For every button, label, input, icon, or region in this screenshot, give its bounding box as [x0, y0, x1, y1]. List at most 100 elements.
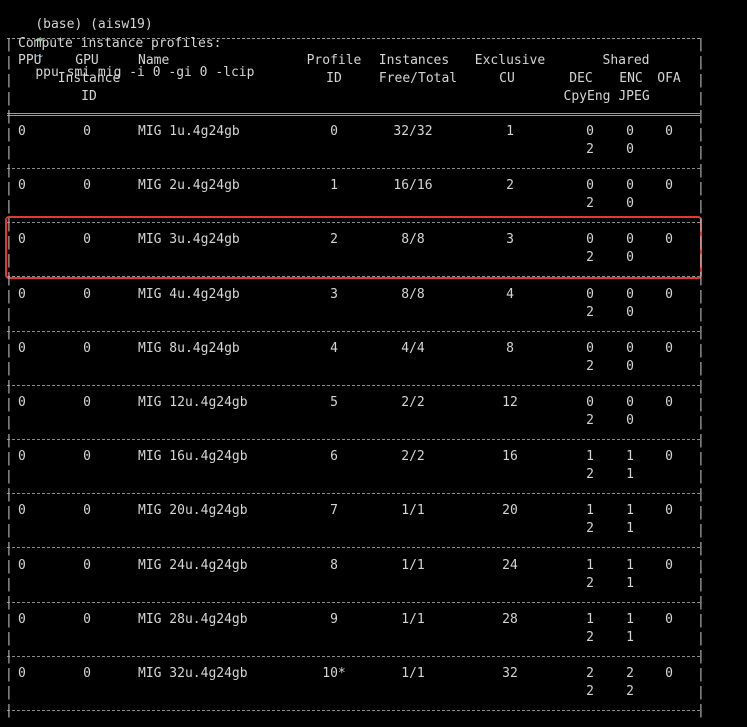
cell-ofa: 0 [665, 611, 673, 627]
cell-cpyeng: 2 [586, 358, 594, 374]
table-border-right: | [697, 127, 705, 142]
cell-cu: 20 [502, 503, 518, 519]
table-border-right: | [697, 667, 705, 682]
cell-dec: 0 [586, 340, 594, 356]
cell-gpu: 0 [83, 503, 91, 519]
table-border-right: | [697, 415, 705, 430]
row-separator [7, 439, 700, 440]
cell-ppu: 0 [18, 395, 26, 410]
cell-name: MIG 32u.4g24gb [138, 666, 248, 681]
cell-profile-id: 4 [330, 340, 338, 356]
cell-cu: 4 [506, 286, 514, 302]
cell-free-total: 1/1 [401, 503, 425, 519]
cell-gpu: 0 [83, 124, 91, 139]
cell-dec: 2 [586, 666, 594, 681]
cell-gpu: 0 [83, 666, 91, 681]
table-border-right: | [697, 469, 705, 484]
table-border-right: | [697, 577, 705, 592]
header-free-total: Free/Total [378, 71, 458, 86]
cell-profile-id: 0 [330, 124, 338, 139]
cell-profile-id: 8 [330, 557, 338, 573]
cell-ppu: 0 [18, 611, 26, 627]
table-border-right: | [697, 91, 705, 106]
cell-profile-id: 3 [330, 286, 338, 302]
table-border-left: | [5, 685, 13, 700]
cell-enc: 0 [626, 395, 634, 410]
cell-free-total: 4/4 [401, 340, 425, 356]
header-ppu: PPU [18, 53, 42, 68]
cell-dec: 1 [586, 449, 594, 465]
cell-cu: 32 [502, 666, 518, 681]
table-border-left: | [5, 415, 13, 430]
cell-enc: 1 [626, 557, 634, 573]
table-border-left: | [5, 451, 13, 466]
row-separator [7, 384, 700, 386]
table-border-left: | [5, 631, 13, 646]
cell-free-total: 32/32 [393, 124, 433, 139]
table-border-right: | [697, 307, 705, 322]
header-shared: Shared [602, 53, 650, 68]
table-border-right: | [697, 505, 705, 520]
cell-gpu: 0 [83, 395, 91, 410]
table-border-left: | [5, 271, 13, 286]
table-border-right: | [697, 613, 705, 628]
cell-dec: 1 [586, 557, 594, 573]
terminal-window[interactable]: (base) (aisw19) ➜ ~ ppu-smi mig -i 0 -gi… [0, 0, 747, 727]
table-border-left: | [5, 343, 13, 358]
header-instance: Instance [57, 71, 121, 86]
cell-name: MIG 1u.4g24gb [138, 124, 240, 139]
cell-profile-id: 5 [330, 395, 338, 410]
table-border-right: | [697, 199, 705, 214]
cell-cpyeng: 2 [586, 575, 594, 591]
highlight-box [5, 216, 702, 279]
cell-ofa: 0 [665, 395, 673, 410]
cell-ppu: 0 [18, 449, 26, 465]
cell-free-total: 1/1 [401, 611, 425, 627]
table-border-right: | [697, 559, 705, 574]
table-border-right: | [697, 271, 705, 286]
cell-cpyeng: 2 [586, 142, 594, 157]
cell-ppu: 0 [18, 124, 26, 139]
table-border-left: | [5, 91, 13, 106]
cell-jpeg: 1 [626, 575, 634, 591]
cell-ppu: 0 [18, 178, 26, 194]
cell-ofa: 0 [665, 286, 673, 302]
cell-ofa: 0 [665, 449, 673, 465]
row-separator [7, 655, 700, 657]
table-border-left: | [5, 37, 13, 52]
table-border-right: | [697, 703, 705, 718]
table-border-left: | [5, 577, 13, 592]
cell-enc: 2 [626, 666, 634, 681]
cell-profile-id: 10* [322, 666, 346, 681]
table-border-right: | [697, 361, 705, 376]
table-border-left: | [5, 55, 13, 70]
table-border-right: | [697, 163, 705, 178]
table-border-right: | [697, 685, 705, 700]
cell-ofa: 0 [665, 178, 673, 194]
table-border-left: | [5, 469, 13, 484]
table-border-left: | [5, 253, 13, 268]
cell-ppu: 0 [18, 340, 26, 356]
table-border-right: | [697, 649, 705, 664]
table-border-right: | [697, 397, 705, 412]
cell-enc: 1 [626, 449, 634, 465]
cell-enc: 0 [626, 286, 634, 302]
header-ofa: OFA [657, 71, 681, 86]
header-cpyeng: CpyEng [563, 89, 611, 104]
table-border-right: | [697, 73, 705, 88]
cell-jpeg: 0 [626, 196, 634, 212]
table-border-right: | [697, 523, 705, 538]
table-border-right: | [697, 37, 705, 52]
cell-dec: 0 [586, 395, 594, 410]
row-separator [7, 710, 700, 711]
table-border-right: | [697, 541, 705, 556]
cell-enc: 1 [626, 611, 634, 627]
table-border-right: | [697, 145, 705, 160]
cell-enc: 1 [626, 503, 634, 519]
cell-jpeg: 1 [626, 467, 634, 483]
cell-enc: 0 [626, 178, 634, 194]
header-profile: Profile [306, 53, 362, 68]
header-dec: DEC [569, 71, 593, 86]
cell-cu: 1 [506, 124, 514, 139]
cell-enc: 0 [626, 340, 634, 356]
